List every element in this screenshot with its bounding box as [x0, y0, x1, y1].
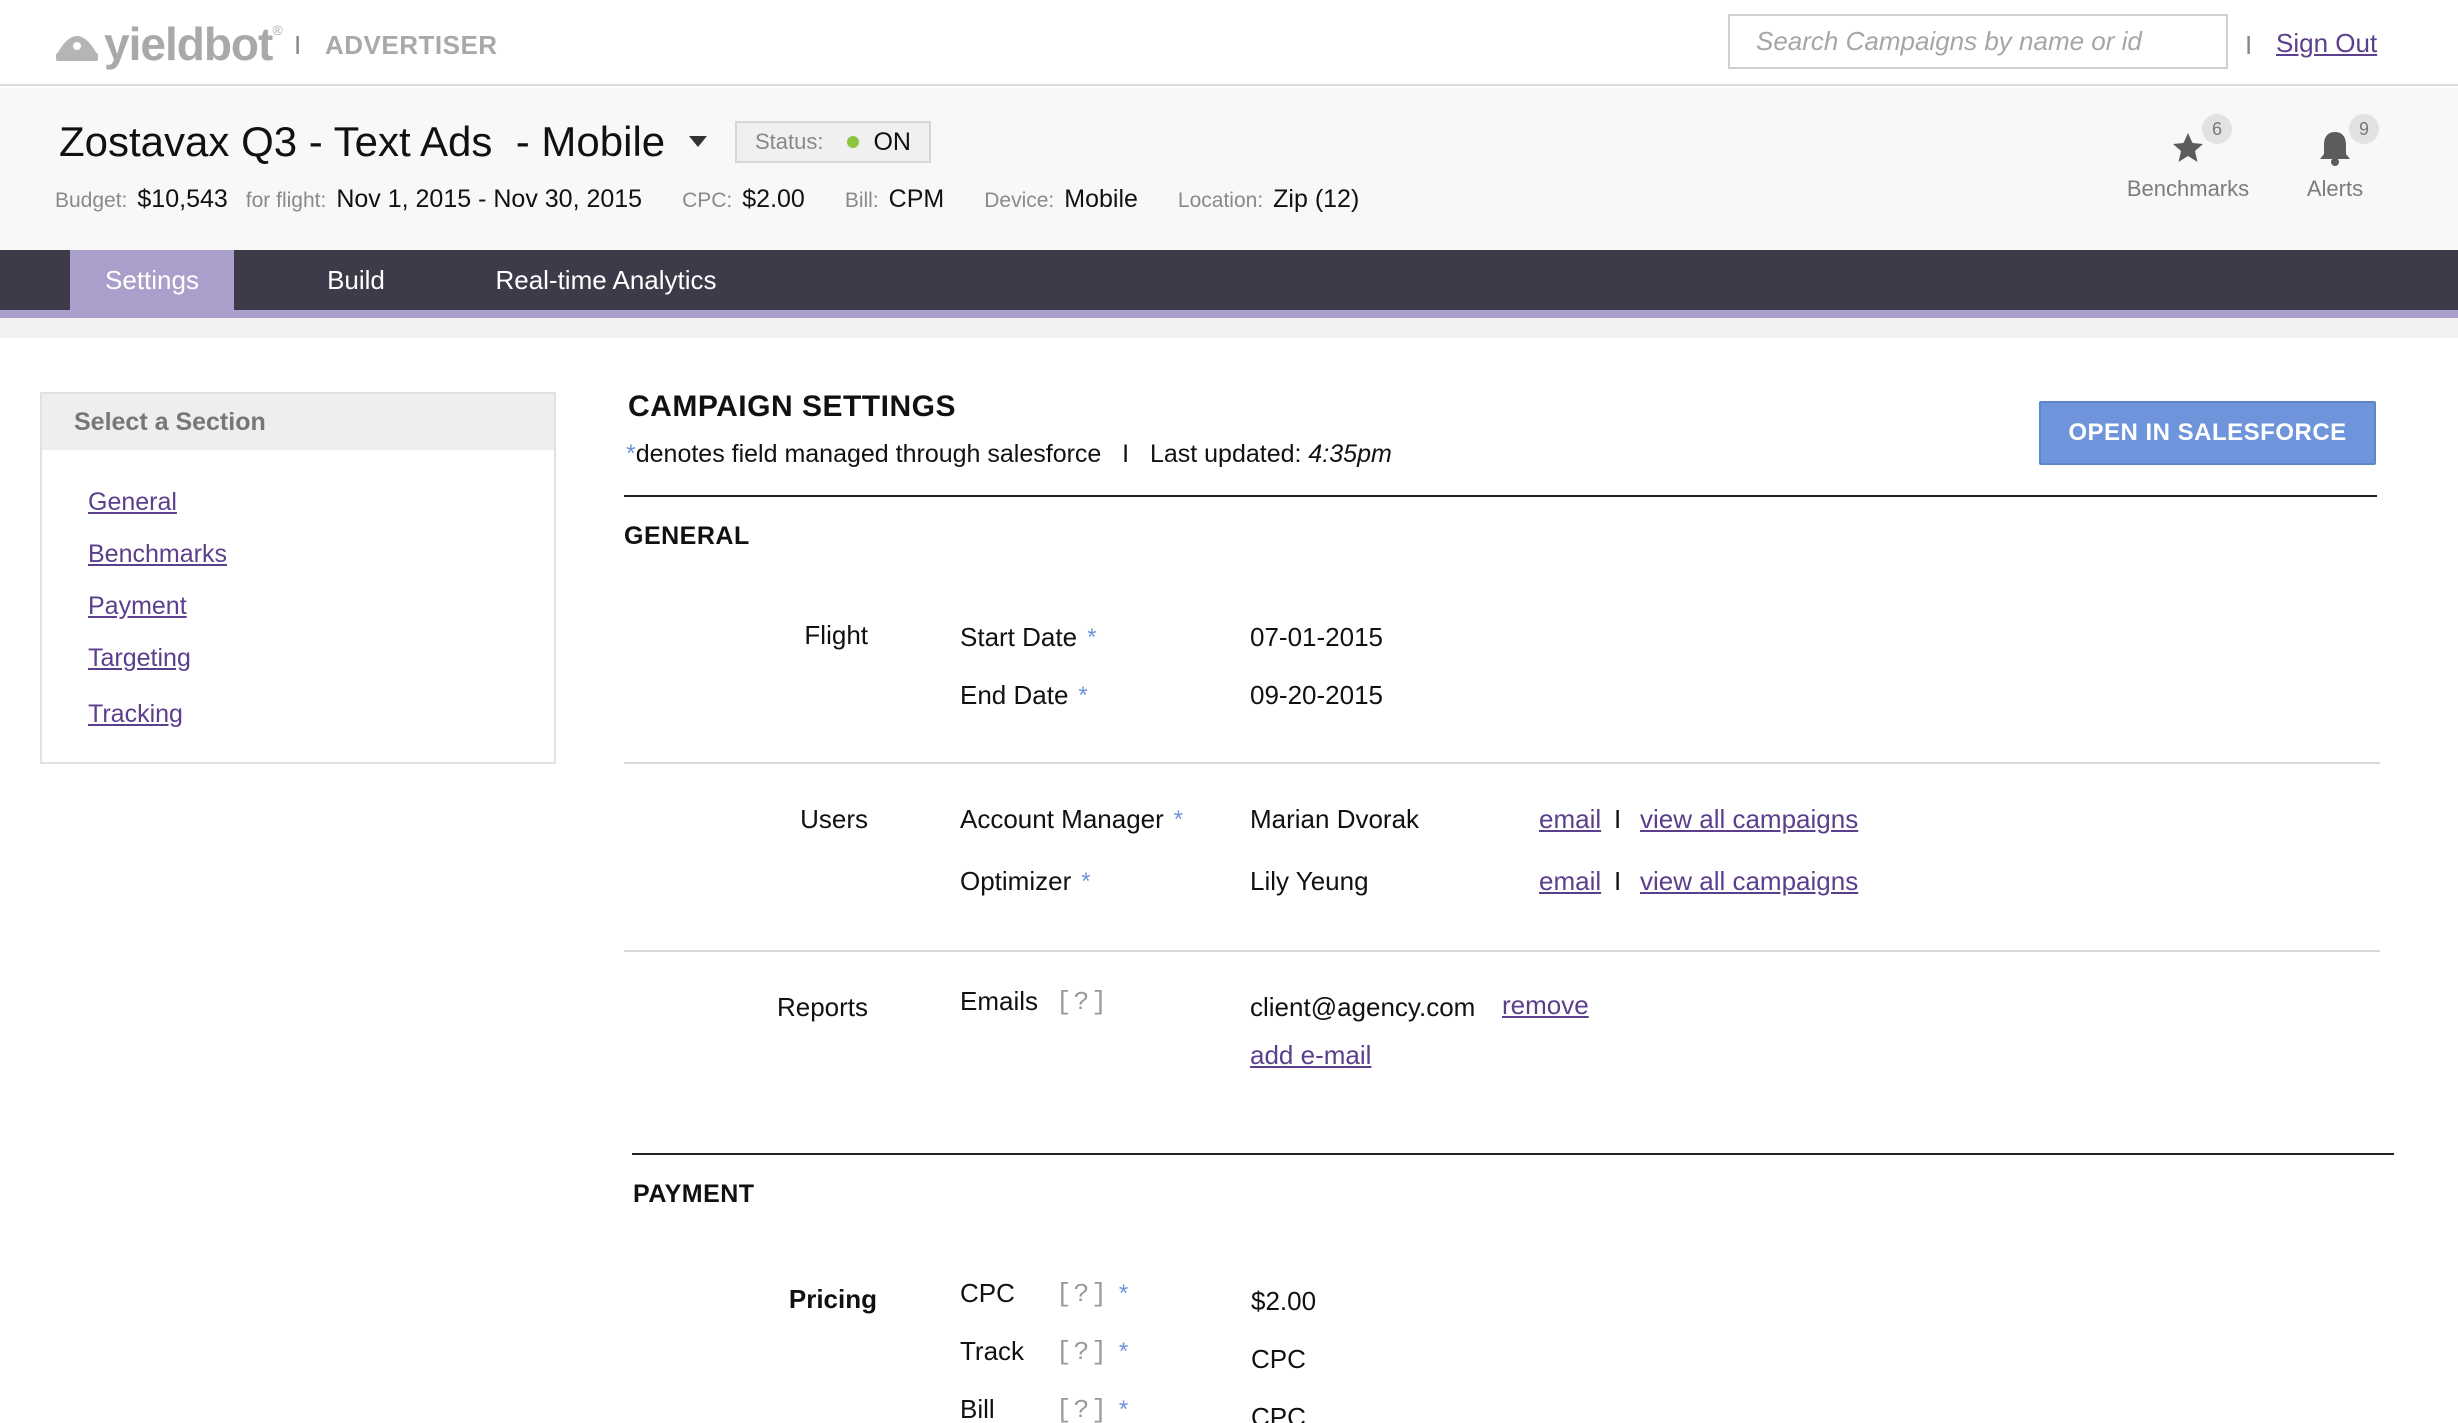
alerts-button[interactable]: 9 Alerts	[2265, 114, 2405, 202]
location-value: Zip (12)	[1273, 185, 1360, 213]
track-field-label: Track [?] *	[960, 1336, 1129, 1367]
status-dot-icon	[847, 136, 860, 148]
main-nav: Settings Build Real-time Analytics	[0, 250, 2458, 318]
tab-realtime-analytics[interactable]: Real-time Analytics	[486, 250, 726, 310]
cpc-field-value: $2.00	[1251, 1286, 1317, 1316]
status-value: ON	[873, 127, 911, 156]
end-date-value: 09-20-2015	[1250, 680, 1383, 710]
salesforce-star-icon: *	[1118, 1337, 1129, 1365]
bill-label: Bill:	[844, 189, 879, 212]
salesforce-star-icon: *	[626, 440, 636, 468]
help-icon[interactable]: [?]	[1056, 1337, 1109, 1367]
optimizer-email-link[interactable]: email	[1539, 866, 1601, 897]
sidebar-item-general[interactable]: General	[88, 488, 177, 517]
status-badge[interactable]: Status: ON	[735, 121, 931, 163]
tab-settings[interactable]: Settings	[70, 250, 234, 310]
section-divider	[632, 1153, 2394, 1155]
budget-value: $10,543	[137, 185, 228, 213]
start-date-value: 07-01-2015	[1250, 622, 1383, 652]
salesforce-star-icon: *	[1087, 623, 1097, 651]
reports-group-label: Reports	[776, 992, 868, 1022]
campaign-search-input[interactable]	[1728, 14, 2228, 69]
track-field-value: CPC	[1251, 1344, 1306, 1374]
campaign-dropdown-caret-icon[interactable]	[689, 136, 707, 147]
logo-mark-icon	[56, 36, 98, 61]
page-title: CAMPAIGN SETTINGS	[628, 390, 956, 423]
optimizer-label: Optimizer *	[960, 866, 1091, 896]
device-value: Mobile	[1064, 185, 1138, 213]
add-email-link[interactable]: add e-mail	[1250, 1040, 1371, 1071]
section-label: ADVERTISER	[325, 30, 498, 60]
bill-value: CPM	[888, 185, 945, 213]
account-manager-label: Account Manager *	[960, 804, 1184, 834]
salesforce-star-icon: *	[1078, 681, 1088, 709]
campaign-meta: Budget: $10,543 for flight: Nov 1, 2015 …	[55, 185, 1399, 214]
alerts-label: Alerts	[2306, 176, 2364, 201]
users-group-label: Users	[800, 804, 868, 834]
yieldbot-logo[interactable]: yieldbot ®	[54, 18, 283, 70]
salesforce-star-icon: *	[1173, 805, 1184, 833]
account-manager-view-campaigns-link[interactable]: view all campaigns	[1640, 804, 1858, 835]
alerts-count-badge: 9	[2349, 114, 2379, 144]
last-updated-time: 4:35pm	[1308, 440, 1392, 468]
account-manager-name: Marian Dvorak	[1250, 804, 1420, 834]
section-sidebar: Select a Section General Benchmarks Paym…	[40, 392, 556, 764]
help-icon[interactable]: [?]	[1056, 1279, 1109, 1309]
start-date-label: Start Date *	[960, 622, 1097, 652]
help-icon[interactable]: [?]	[1056, 1395, 1109, 1423]
location-label: Location:	[1177, 189, 1264, 212]
general-section-title: GENERAL	[624, 522, 750, 550]
salesforce-star-icon: *	[1118, 1395, 1129, 1423]
open-in-salesforce-button[interactable]: OPEN IN SALESFORCE	[2039, 401, 2376, 465]
campaign-header: Zostavax Q3 - Text Ads - Mobile Status: …	[0, 88, 2458, 250]
logo-text: yieldbot	[104, 18, 273, 70]
account-manager-email-link[interactable]: email	[1539, 804, 1601, 835]
sidebar-title: Select a Section	[42, 394, 554, 450]
sign-out-link[interactable]: Sign Out	[2276, 28, 2377, 59]
logo-separator: I	[294, 30, 302, 60]
sidebar-item-targeting[interactable]: Targeting	[88, 644, 191, 673]
sidebar-item-tracking[interactable]: Tracking	[88, 700, 183, 729]
campaign-title: Zostavax Q3 - Text Ads - Mobile	[59, 118, 666, 165]
sidebar-item-benchmarks[interactable]: Benchmarks	[88, 540, 227, 569]
tab-build[interactable]: Build	[300, 250, 412, 310]
nav-sub-bar	[0, 318, 2458, 338]
group-divider	[624, 762, 2380, 764]
flight-label: for flight:	[245, 189, 327, 212]
benchmarks-count-badge: 6	[2202, 114, 2232, 144]
flight-value: Nov 1, 2015 - Nov 30, 2015	[336, 185, 643, 213]
top-bar: yieldbot ® I ADVERTISER I Sign Out	[0, 0, 2458, 86]
status-label: Status:	[755, 129, 824, 154]
salesforce-star-icon: *	[1081, 867, 1091, 895]
group-divider	[624, 950, 2380, 952]
signout-separator: I	[2245, 30, 2253, 60]
help-icon[interactable]: [?]	[1056, 987, 1109, 1017]
sidebar-item-payment[interactable]: Payment	[88, 592, 187, 621]
optimizer-view-campaigns-link[interactable]: view all campaigns	[1640, 866, 1858, 897]
remove-email-link[interactable]: remove	[1502, 990, 1589, 1021]
legend-text: denotes field managed through salesforce…	[635, 440, 1309, 468]
budget-label: Budget:	[55, 189, 128, 212]
flight-group-label: Flight	[804, 620, 868, 650]
payment-section-title: PAYMENT	[633, 1180, 755, 1208]
salesforce-star-icon: *	[1118, 1279, 1129, 1307]
benchmarks-label: Benchmarks	[2126, 176, 2250, 201]
salesforce-legend: *denotes field managed through salesforc…	[626, 440, 1392, 469]
report-email-value: client@agency.com	[1250, 992, 1476, 1022]
optimizer-name: Lily Yeung	[1250, 866, 1369, 896]
report-emails-label: Emails [?]	[960, 986, 1109, 1017]
pricing-group-label: Pricing	[788, 1284, 877, 1314]
device-label: Device:	[984, 189, 1055, 212]
benchmarks-button[interactable]: 6 Benchmarks	[2118, 114, 2258, 202]
logo-trademark: ®	[272, 22, 283, 38]
cpc-field-label: CPC [?] *	[960, 1278, 1129, 1309]
bill-field-value: CPC	[1251, 1402, 1306, 1423]
link-separator: I	[1614, 804, 1622, 834]
cpc-value: $2.00	[742, 185, 805, 213]
bill-field-label: Bill [?] *	[960, 1394, 1129, 1423]
link-separator: I	[1614, 866, 1622, 896]
section-divider	[624, 495, 2377, 497]
end-date-label: End Date *	[960, 680, 1088, 710]
cpc-label: CPC:	[682, 189, 733, 212]
